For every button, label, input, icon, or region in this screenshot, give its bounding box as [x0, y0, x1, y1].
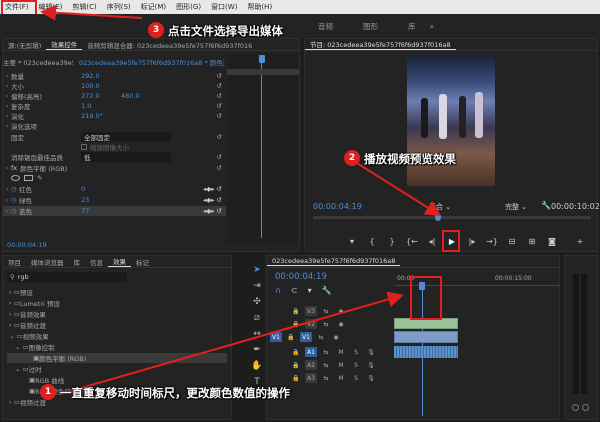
step-badge-2: 2	[344, 150, 360, 166]
annotation-play: 播放视频预览效果	[364, 152, 456, 166]
step-badge-3: 3	[148, 22, 164, 38]
annotation-repeat: 一直重复移动时间标尺，更改颜色数值的操作	[60, 386, 290, 400]
step-badge-1: 1	[40, 384, 56, 400]
annotation-arrows	[40, 4, 442, 395]
annotation-export: 点击文件选择导出媒体	[168, 24, 283, 38]
